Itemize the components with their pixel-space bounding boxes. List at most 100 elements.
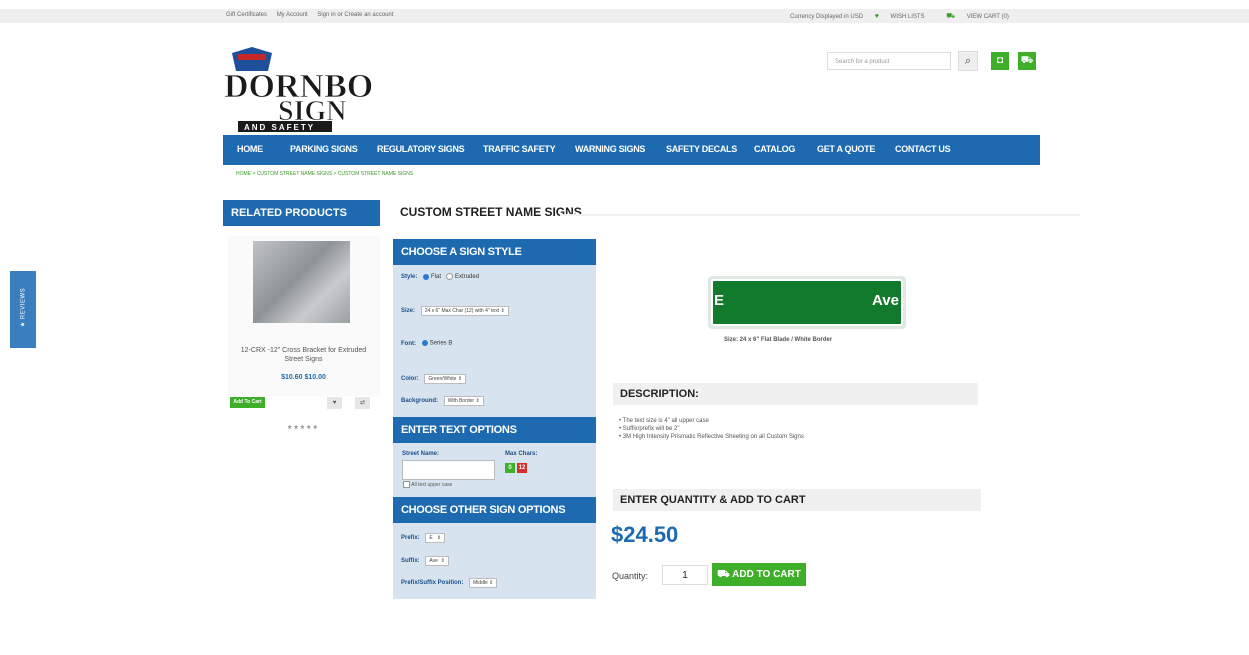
nav-catalog[interactable]: CATALOG bbox=[754, 144, 795, 154]
sign-options-panel: CHOOSE A SIGN STYLE Style: Flat Extruded… bbox=[393, 239, 596, 599]
nav-regulatory-signs[interactable]: REGULATORY SIGNS bbox=[377, 144, 465, 154]
main-nav: HOME PARKING SIGNS REGULATORY SIGNS TRAF… bbox=[223, 135, 1040, 165]
heart-icon: ♥ bbox=[332, 400, 337, 406]
prefix-row: Prefix: E ⇕ bbox=[401, 533, 446, 543]
color-select-value: Green/White bbox=[428, 376, 457, 382]
prefix-label: Prefix: bbox=[401, 535, 420, 541]
search-input[interactable]: Search for a product bbox=[827, 52, 951, 70]
my-account-link[interactable]: My Account bbox=[277, 12, 308, 18]
product-price: $24.50 bbox=[611, 522, 679, 547]
account-button[interactable]: ◘ bbox=[991, 52, 1009, 70]
cart-icon: ⛟ bbox=[1020, 55, 1034, 66]
related-product-image[interactable] bbox=[253, 241, 350, 323]
description-item: • Suffix/prefix will be 2" bbox=[619, 426, 680, 432]
cart-button[interactable]: ⛟ bbox=[1018, 52, 1036, 70]
quantity-header: ENTER QUANTITY & ADD TO CART bbox=[613, 489, 981, 511]
upper-case-checkbox-row[interactable]: All text upper case bbox=[403, 481, 452, 488]
quantity-input[interactable]: 1 bbox=[662, 565, 708, 585]
style-flat-label: Flat bbox=[431, 274, 442, 281]
prefix-select[interactable]: E ⇕ bbox=[425, 533, 446, 543]
prefix-select-value: E bbox=[429, 535, 433, 541]
reviews-tab-label: ★ REVIEWS bbox=[20, 287, 27, 328]
color-row: Color: Green/White ⇕ bbox=[401, 374, 467, 384]
upper-case-checkbox[interactable] bbox=[403, 481, 410, 488]
street-name-input[interactable] bbox=[402, 460, 495, 480]
view-cart-link[interactable]: ⛟ VIEW CART (0) bbox=[946, 13, 1019, 20]
nav-traffic-safety[interactable]: TRAFFIC SAFETY bbox=[483, 144, 556, 154]
wish-lists-link[interactable]: ♥ WISH LISTS bbox=[874, 13, 935, 20]
description-item: • The text size is 4" all upper case bbox=[619, 418, 709, 424]
suffix-select[interactable]: Ave ⇕ bbox=[425, 556, 449, 566]
max-chars-label: Max Chars: bbox=[505, 451, 538, 457]
upper-case-note: All text upper case bbox=[411, 481, 453, 488]
site-logo[interactable]: DORNBOS SIGN AND SAFETY bbox=[222, 45, 393, 137]
style-flat-radio[interactable] bbox=[423, 273, 430, 280]
nav-safety-decals[interactable]: SAFETY DECALS bbox=[666, 144, 737, 154]
sign-suffix-text: Ave bbox=[872, 292, 899, 309]
style-row: Style: Flat Extruded bbox=[401, 273, 479, 280]
quantity-label: Quantity: bbox=[612, 571, 649, 581]
logo-text-safety: AND SAFETY bbox=[244, 123, 315, 132]
size-select-value: 24 x 6" Max Char (12) with 4" text bbox=[424, 308, 500, 314]
nav-warning-signs[interactable]: WARNING SIGNS bbox=[575, 144, 645, 154]
gift-certificates-link[interactable]: Gift Certificates bbox=[226, 12, 267, 18]
heart-icon: ♥ bbox=[874, 13, 879, 20]
title-divider bbox=[560, 214, 1080, 216]
nav-parking-signs[interactable]: PARKING SIGNS bbox=[290, 144, 358, 154]
related-add-to-cart-button[interactable]: Add To Cart bbox=[230, 397, 265, 408]
suffix-select-value: Ave bbox=[429, 558, 438, 564]
related-product-name[interactable]: 12-CRX -12" Cross Bracket for Extruded S… bbox=[232, 346, 375, 364]
cart-icon: ⛟ bbox=[717, 569, 730, 580]
sign-preview-caption: Size: 24 x 6" Flat Blade / White Border bbox=[724, 337, 833, 343]
chars-max-badge: 12 bbox=[517, 463, 527, 473]
color-select[interactable]: Green/White ⇕ bbox=[424, 374, 467, 384]
chars-used-badge: 0 bbox=[505, 463, 515, 473]
style-extruded-radio[interactable] bbox=[446, 273, 454, 280]
position-label: Prefix/Suffix Position: bbox=[401, 580, 464, 586]
related-product-price: $10.60 $10.00 bbox=[281, 374, 326, 381]
other-options-header: CHOOSE OTHER SIGN OPTIONS bbox=[393, 497, 596, 523]
lock-icon: ◘ bbox=[996, 55, 1004, 66]
font-series-b-label: Series B bbox=[429, 340, 453, 347]
size-label: Size: bbox=[401, 308, 416, 314]
font-series-b-radio[interactable] bbox=[421, 340, 428, 346]
nav-home[interactable]: HOME bbox=[237, 144, 263, 154]
search-icon: ⌕ bbox=[964, 55, 972, 67]
sign-in-link[interactable]: Sign in or Create an account bbox=[317, 12, 393, 18]
position-select[interactable]: Middle ⇕ bbox=[469, 578, 498, 588]
related-compare-button[interactable]: ⇄ bbox=[355, 397, 370, 409]
background-label: Background: bbox=[401, 398, 439, 404]
suffix-label: Suffix: bbox=[401, 558, 420, 564]
description-item: • 3M High Intensity Prismatic Reflective… bbox=[619, 434, 804, 440]
background-select-value: With Border bbox=[447, 398, 475, 404]
nav-contact-us[interactable]: CONTACT US bbox=[895, 144, 951, 154]
color-label: Color: bbox=[401, 376, 419, 382]
cart-icon: ⛟ bbox=[946, 13, 956, 20]
style-label: Style: bbox=[401, 274, 418, 281]
reviews-tab[interactable]: ★ REVIEWS bbox=[10, 271, 36, 348]
search-button[interactable]: ⌕ bbox=[958, 51, 978, 71]
related-product-rating: ★★★★★ bbox=[287, 425, 319, 431]
related-products-header: RELATED PRODUCTS bbox=[223, 200, 380, 226]
font-row: Font: Series B bbox=[401, 340, 452, 347]
size-row: Size: 24 x 6" Max Char (12) with 4" text… bbox=[401, 306, 509, 316]
nav-get-a-quote[interactable]: GET A QUOTE bbox=[817, 144, 875, 154]
related-wishlist-button[interactable]: ♥ bbox=[327, 397, 342, 409]
compare-icon: ⇄ bbox=[359, 400, 366, 406]
description-list: • The text size is 4" all upper case • S… bbox=[619, 417, 804, 441]
font-label: Font: bbox=[401, 340, 416, 347]
add-to-cart-button[interactable]: ⛟ ADD TO CART bbox=[712, 563, 806, 586]
description-header: DESCRIPTION: bbox=[613, 383, 978, 405]
breadcrumb[interactable]: HOME > CUSTOM STREET NAME SIGNS > CUSTOM… bbox=[236, 171, 413, 177]
background-select[interactable]: With Border ⇕ bbox=[443, 396, 484, 406]
text-options-header: ENTER TEXT OPTIONS bbox=[393, 417, 596, 443]
top-utility-bar: Gift Certificates My Account Sign in or … bbox=[0, 9, 1249, 23]
suffix-row: Suffix: Ave ⇕ bbox=[401, 556, 449, 566]
background-row: Background: With Border ⇕ bbox=[401, 396, 484, 406]
sign-style-header: CHOOSE A SIGN STYLE bbox=[393, 239, 596, 265]
position-select-value: Middle bbox=[473, 580, 488, 586]
sign-prefix-text: E bbox=[714, 292, 725, 309]
currency-label: Currency Displayed in USD bbox=[790, 14, 864, 20]
size-select[interactable]: 24 x 6" Max Char (12) with 4" text ⇕ bbox=[420, 306, 509, 316]
style-extruded-label: Extruded bbox=[455, 274, 480, 281]
